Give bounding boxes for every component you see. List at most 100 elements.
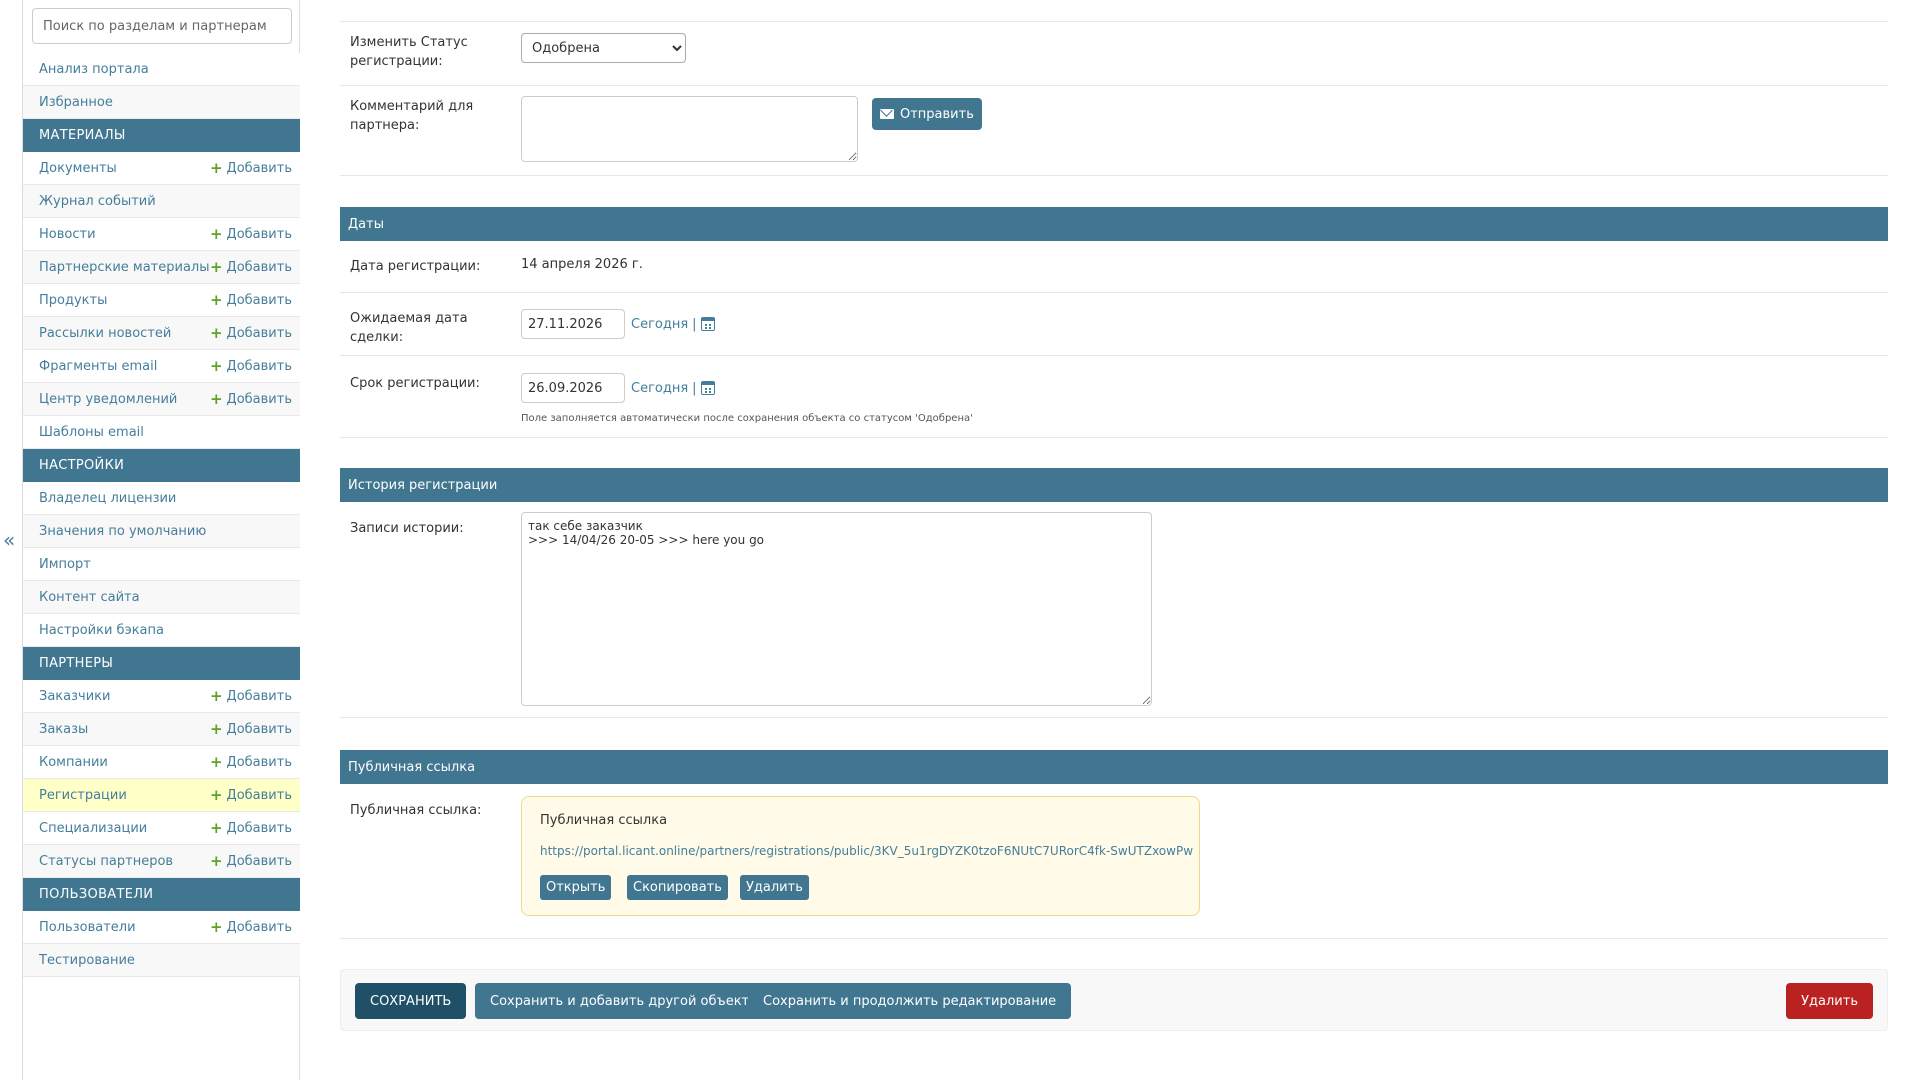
sidebar-item-label[interactable]: Заказчики (39, 689, 110, 704)
public-link-label: Публичная ссылка: (350, 803, 482, 818)
save-and-add-button[interactable]: Сохранить и добавить другой объект (475, 983, 765, 1019)
sidebar-item-site-content[interactable]: Контент сайта (23, 581, 300, 614)
add-link[interactable]: + Добавить (210, 325, 292, 341)
save-and-continue-button[interactable]: Сохранить и продолжить редактирование (748, 983, 1072, 1019)
sidebar-item-partner-statuses[interactable]: Статусы партнеров + Добавить (23, 845, 300, 878)
sidebar-item-email-fragments[interactable]: Фрагменты email + Добавить (23, 350, 300, 383)
comment-textarea[interactable] (521, 96, 858, 162)
sidebar-item-label[interactable]: Специализации (39, 821, 147, 836)
expected-date-label: Ожидаемая дата сделки: (350, 311, 468, 345)
sidebar-item-label[interactable]: Избранное (39, 95, 113, 110)
today-link[interactable]: Сегодня (631, 317, 688, 332)
sidebar-item-email-templates[interactable]: Шаблоны email (23, 416, 300, 449)
sidebar-item-label[interactable]: Рассылки новостей (39, 326, 171, 341)
sidebar-item-label[interactable]: Журнал событий (39, 194, 156, 209)
sidebar-item-label[interactable]: Регистрации (39, 788, 127, 803)
public-link-url[interactable]: https://portal.licant.online/partners/re… (540, 844, 1193, 858)
sidebar-item-import[interactable]: Импорт (23, 548, 300, 581)
sidebar-item-license-owner[interactable]: Владелец лицензии (23, 482, 300, 515)
sidebar-collapse-toggle[interactable]: « (3, 530, 15, 550)
sidebar-item-documents[interactable]: Документы + Добавить (23, 152, 300, 185)
sidebar-item-orders[interactable]: Заказы + Добавить (23, 713, 300, 746)
add-link[interactable]: + Добавить (209, 917, 292, 936)
add-link[interactable]: + Добавить (210, 292, 292, 308)
sidebar-item-label[interactable]: Тестирование (39, 953, 135, 968)
sidebar-item-label[interactable]: Документы (39, 161, 117, 176)
sidebar-item-label[interactable]: Значения по умолчанию (39, 524, 206, 539)
sidebar-item-label[interactable]: Заказы (39, 722, 88, 737)
sidebar-item-label[interactable]: Центр уведомлений (39, 392, 177, 407)
sidebar-item-portal-analysis[interactable]: Анализ портала (23, 53, 300, 86)
today-link[interactable]: Сегодня (631, 381, 688, 396)
sidebar-item-newsletters[interactable]: Рассылки новостей + Добавить (23, 317, 300, 350)
section-dates: Даты (340, 207, 1888, 241)
add-link[interactable]: + Добавить (210, 853, 292, 869)
sidebar-item-label[interactable]: Новости (39, 227, 96, 242)
sidebar-item-customers[interactable]: Заказчики + Добавить (23, 680, 300, 713)
sidebar-item-label[interactable]: Пользователи (39, 920, 136, 935)
send-button[interactable]: Отправить (872, 98, 982, 130)
add-link[interactable]: + Добавить (210, 787, 292, 803)
sidebar-item-companies[interactable]: Компании + Добавить (23, 746, 300, 779)
save-button[interactable]: СОХРАНИТЬ (355, 983, 467, 1019)
plus-icon: + (209, 389, 223, 408)
sidebar-item-label[interactable]: Контент сайта (39, 590, 140, 605)
add-link[interactable]: + Добавить (210, 226, 292, 242)
sidebar-item-specializations[interactable]: Специализации + Добавить (23, 812, 300, 845)
open-link-button[interactable]: Открыть (540, 875, 612, 900)
add-label: Добавить (226, 721, 292, 737)
sidebar-search-input[interactable] (32, 8, 292, 44)
add-link[interactable]: + Добавить (210, 820, 292, 836)
delete-button[interactable]: Удалить (1786, 983, 1873, 1019)
sidebar-item-registrations[interactable]: Регистрации + Добавить (23, 779, 300, 812)
status-select[interactable]: Одобрена (521, 33, 686, 63)
add-link[interactable]: + Добавить (210, 358, 292, 374)
sidebar-item-label[interactable]: Настройки бэкапа (39, 623, 164, 638)
sidebar-item-label[interactable]: Анализ портала (39, 62, 149, 77)
sidebar-item-label[interactable]: Продукты (39, 293, 107, 308)
add-link[interactable]: + Добавить (210, 721, 292, 737)
sidebar-item-label[interactable]: Компании (39, 755, 108, 770)
add-label: Добавить (226, 919, 292, 935)
sidebar-item-favorites[interactable]: Избранное (23, 86, 300, 119)
sidebar-item-products[interactable]: Продукты + Добавить (23, 284, 300, 317)
sidebar-item-label[interactable]: Шаблоны email (39, 425, 144, 440)
sidebar-group-materials[interactable]: МАТЕРИАЛЫ (23, 119, 300, 152)
add-link[interactable]: + Добавить (210, 688, 292, 704)
add-link[interactable]: + Добавить (209, 389, 292, 408)
plus-icon: + (209, 158, 223, 177)
sidebar-item-label[interactable]: Статусы партнеров (39, 854, 173, 869)
sidebar-item-event-log[interactable]: Журнал событий (23, 185, 300, 218)
sidebar-group-settings[interactable]: НАСТРОЙКИ (23, 449, 300, 482)
separator: | (692, 380, 697, 396)
copy-link-button[interactable]: Скопировать (627, 875, 728, 900)
history-textarea[interactable]: так себе заказчик >>> 14/04/26 20-05 >>>… (521, 512, 1152, 706)
sidebar-item-users[interactable]: Пользователи + Добавить (23, 911, 300, 944)
calendar-icon[interactable] (700, 381, 715, 395)
add-link[interactable]: + Добавить (210, 259, 292, 275)
sidebar-item-backup-settings[interactable]: Настройки бэкапа (23, 614, 300, 647)
send-button-label: Отправить (900, 106, 974, 122)
calendar-icon[interactable] (700, 317, 715, 331)
public-link-box-title: Публичная ссылка (540, 813, 668, 828)
add-label: Добавить (226, 787, 292, 803)
sidebar-group-partners[interactable]: ПАРТНЕРЫ (23, 647, 300, 680)
sidebar-item-partner-materials[interactable]: Партнерские материалы + Добавить (23, 251, 300, 284)
sidebar-item-news[interactable]: Новости + Добавить (23, 218, 300, 251)
sidebar-item-label[interactable]: Импорт (39, 557, 91, 572)
sidebar-item-label[interactable]: Фрагменты email (39, 359, 157, 374)
delete-link-button[interactable]: Удалить (740, 875, 809, 900)
sidebar-item-notification-center[interactable]: Центр уведомлений + Добавить (23, 383, 300, 416)
expiry-date-input[interactable] (521, 373, 625, 403)
sidebar-item-testing[interactable]: Тестирование (23, 944, 300, 977)
sidebar-item-label[interactable]: Владелец лицензии (39, 491, 176, 506)
expected-date-input[interactable] (521, 309, 625, 339)
plus-icon: + (209, 917, 223, 936)
sidebar-group-users[interactable]: ПОЛЬЗОВАТЕЛИ (23, 878, 300, 911)
sidebar-item-defaults[interactable]: Значения по умолчанию (23, 515, 300, 548)
add-link[interactable]: + Добавить (209, 158, 292, 177)
sidebar-item-label[interactable]: Партнерские материалы (39, 260, 209, 275)
add-label: Добавить (226, 259, 292, 275)
expiry-label: Срок регистрации: (350, 376, 480, 391)
add-link[interactable]: + Добавить (210, 754, 292, 770)
